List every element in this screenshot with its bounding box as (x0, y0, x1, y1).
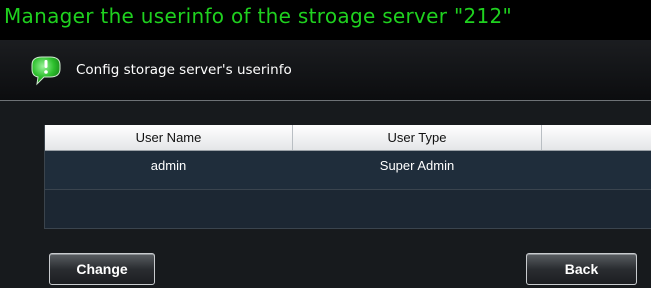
dialog-title: Manager the userinfo of the stroage serv… (4, 4, 513, 28)
user-table: User Name User Type admin Super Admin (44, 125, 651, 229)
subtitle: Config storage server's userinfo (76, 62, 292, 78)
table-row[interactable]: admin Super Admin (45, 151, 651, 190)
header-bar: Config storage server's userinfo (0, 40, 651, 100)
column-header-user-type[interactable]: User Type (293, 125, 542, 150)
column-header-user-name[interactable]: User Name (45, 125, 293, 150)
back-button[interactable]: Back (526, 253, 637, 285)
cell-user-type: Super Admin (379, 158, 455, 173)
info-bubble-icon (28, 54, 64, 86)
table-header: User Name User Type (45, 125, 651, 151)
table-row-empty (45, 190, 651, 229)
cell-user-name: admin (150, 158, 187, 173)
change-button[interactable]: Change (49, 253, 155, 285)
column-header-blank (542, 125, 651, 150)
